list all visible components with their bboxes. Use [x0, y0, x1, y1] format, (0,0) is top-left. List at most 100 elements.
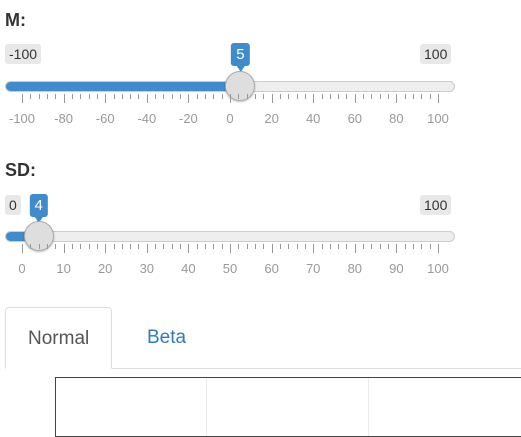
plot-gridline	[368, 378, 369, 436]
m-minor-tick	[221, 94, 223, 99]
sd-minor-tick	[304, 244, 306, 249]
slider-m-min-label: -100	[5, 44, 42, 64]
plot-panel	[55, 377, 521, 437]
m-minor-tick	[238, 94, 240, 99]
sd-tick-label: 10	[56, 261, 71, 276]
m-minor-tick	[363, 94, 365, 99]
sd-minor-tick	[246, 244, 248, 249]
m-minor-tick	[71, 94, 73, 99]
sd-minor-tick	[321, 244, 323, 249]
sd-major-tick	[146, 244, 148, 253]
m-minor-tick	[155, 94, 157, 99]
m-minor-tick	[404, 94, 406, 99]
m-minor-tick	[205, 94, 207, 99]
sd-minor-tick	[88, 244, 90, 249]
sd-minor-tick	[338, 244, 340, 249]
sd-minor-tick	[371, 244, 373, 249]
sd-minor-tick	[46, 244, 48, 249]
m-minor-tick	[55, 94, 57, 99]
m-minor-tick	[379, 94, 381, 99]
tab-beta[interactable]: Beta	[125, 307, 208, 368]
m-major-tick	[63, 94, 65, 103]
sd-minor-tick	[113, 244, 115, 249]
sd-tick-label: 40	[181, 261, 196, 276]
m-major-tick	[396, 94, 398, 103]
sd-minor-tick	[38, 244, 40, 249]
m-major-tick	[188, 94, 190, 103]
sd-minor-tick	[138, 244, 140, 249]
m-minor-tick	[121, 94, 123, 99]
m-minor-tick	[88, 94, 90, 99]
m-minor-tick	[346, 94, 348, 99]
m-minor-tick	[171, 94, 173, 99]
m-major-tick	[354, 94, 356, 103]
sd-minor-tick	[388, 244, 390, 249]
sd-minor-tick	[130, 244, 132, 249]
sd-minor-tick	[363, 244, 365, 249]
sd-minor-tick	[346, 244, 348, 249]
sd-minor-tick	[296, 244, 298, 249]
sd-minor-tick	[71, 244, 73, 249]
sd-major-tick	[396, 244, 398, 253]
m-minor-tick	[338, 94, 340, 99]
m-minor-tick	[304, 94, 306, 99]
sd-minor-tick	[96, 244, 98, 249]
sd-minor-tick	[288, 244, 290, 249]
sd-minor-tick	[413, 244, 415, 249]
m-minor-tick	[254, 94, 256, 99]
m-minor-tick	[38, 94, 40, 99]
m-tick-label: 80	[389, 111, 404, 126]
plot-gridline	[206, 378, 207, 436]
m-minor-tick	[213, 94, 215, 99]
m-major-tick	[22, 94, 23, 103]
m-minor-tick	[321, 94, 323, 99]
sd-minor-tick	[421, 244, 423, 249]
sd-major-tick	[188, 244, 190, 253]
m-minor-tick	[388, 94, 390, 99]
m-major-tick	[438, 94, 439, 103]
m-minor-tick	[371, 94, 373, 99]
slider-m-value-bubble: 5	[231, 43, 250, 72]
sd-minor-tick	[171, 244, 173, 249]
m-minor-tick	[163, 94, 165, 99]
sd-tick-label: 20	[97, 261, 113, 276]
sd-minor-tick	[221, 244, 223, 249]
tab-bar: Normal Beta	[5, 307, 521, 369]
slider-m-max-label: 100	[420, 44, 452, 64]
slider-m-label: M:	[5, 10, 26, 30]
m-tick-label: -100	[8, 111, 36, 126]
sd-minor-tick	[263, 244, 265, 249]
sd-major-tick	[438, 244, 439, 253]
m-major-tick	[313, 94, 315, 103]
sd-tick-label: 80	[347, 261, 363, 276]
m-major-tick	[230, 94, 231, 103]
m-minor-tick	[296, 94, 298, 99]
m-minor-tick	[196, 94, 198, 99]
sd-tick-label: 60	[264, 261, 279, 276]
sd-minor-tick	[279, 244, 281, 249]
sd-minor-tick	[379, 244, 381, 249]
m-tick-label: -40	[137, 111, 157, 126]
sd-major-tick	[105, 244, 107, 253]
sd-minor-tick	[80, 244, 82, 249]
slider-sd-value-bubble: 4	[29, 194, 48, 223]
tab-normal[interactable]: Normal	[5, 307, 113, 369]
sd-minor-tick	[163, 244, 165, 249]
slider-sd-max-label: 100	[420, 195, 452, 215]
slider-m-fill	[6, 82, 242, 91]
m-minor-tick	[429, 94, 431, 99]
m-minor-tick	[130, 94, 132, 99]
m-minor-tick	[288, 94, 290, 99]
sd-major-tick	[271, 244, 273, 253]
sd-minor-tick	[429, 244, 431, 249]
sd-tick-label: 70	[305, 261, 321, 276]
m-tick-label: -80	[54, 111, 73, 126]
m-minor-tick	[413, 94, 415, 99]
m-tick-label: -60	[95, 111, 115, 126]
m-tick-label: 20	[264, 111, 279, 126]
sd-tick-label: 100	[427, 261, 449, 276]
slider-sd-label: SD:	[5, 160, 36, 180]
slider-sd-track[interactable]	[5, 231, 455, 242]
sd-minor-tick	[238, 244, 240, 249]
sd-major-tick	[22, 244, 23, 253]
